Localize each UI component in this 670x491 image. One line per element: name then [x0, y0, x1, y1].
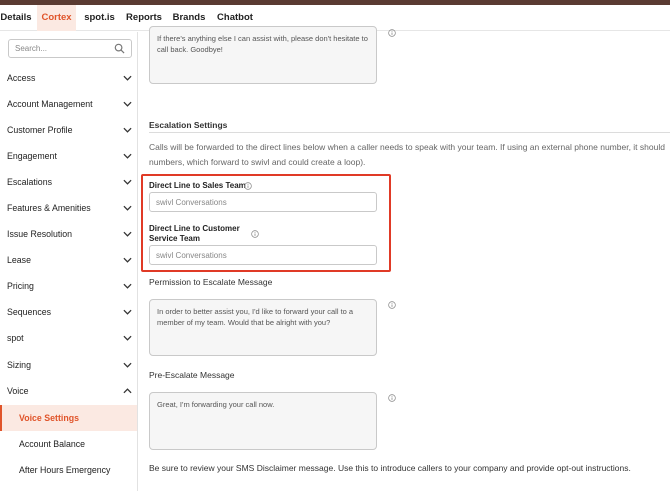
- sms-disclaimer-note: Be sure to review your SMS Disclaimer me…: [149, 463, 631, 473]
- sidebar-item-sizing[interactable]: Sizing: [0, 352, 137, 378]
- sidebar-item-label: Engagement: [7, 151, 57, 161]
- sidebar-item-engagement[interactable]: Engagement: [0, 143, 137, 169]
- sidebar-item-label: Pricing: [7, 281, 34, 291]
- sidebar-item-issue-resolution[interactable]: Issue Resolution: [0, 221, 137, 247]
- chevron-down-icon: [123, 362, 132, 368]
- search-icon[interactable]: [114, 43, 125, 54]
- sidebar-item-label: Lease: [7, 255, 31, 265]
- chevron-down-icon: [123, 153, 132, 159]
- goodbye-message-text: If there's anything else I can assist wi…: [157, 34, 368, 54]
- sidebar-item-label: Account Balance: [19, 439, 86, 449]
- pre-escalate-label: Pre-Escalate Message: [149, 370, 235, 380]
- escalation-settings-title: Escalation Settings: [149, 120, 228, 130]
- pre-escalate-textarea[interactable]: Great, I'm forwarding your call now.: [149, 392, 377, 450]
- info-icon[interactable]: [388, 394, 396, 402]
- sidebar-item-label: Account Management: [7, 99, 93, 109]
- sidebar-item-label: Escalations: [7, 177, 52, 187]
- tab-spot-is[interactable]: spot.is: [82, 5, 117, 31]
- sales-line-label: Direct Line to Sales Team: [149, 181, 246, 190]
- tab-cortex[interactable]: Cortex: [37, 5, 76, 31]
- escalation-help-line2: numbers, which forward to swivl and coul…: [149, 157, 366, 167]
- info-icon[interactable]: [388, 301, 396, 309]
- permission-escalate-textarea[interactable]: In order to better assist you, I'd like …: [149, 299, 377, 356]
- chevron-down-icon: [123, 231, 132, 237]
- sidebar-item-label: Sizing: [7, 360, 31, 370]
- sidebar-item-label: Customer Profile: [7, 125, 73, 135]
- permission-escalate-label: Permission to Escalate Message: [149, 277, 273, 287]
- sidebar-item-features-amenities[interactable]: Features & Amenities: [0, 195, 137, 221]
- chevron-down-icon: [123, 127, 132, 133]
- sidebar-item-label: After Hours Emergency: [19, 465, 111, 475]
- chevron-up-icon: [123, 388, 132, 394]
- customer-service-label-line2: Service Team: [149, 234, 200, 243]
- section-divider: [149, 132, 670, 133]
- sales-line-input[interactable]: [156, 195, 366, 209]
- sidebar-item-access[interactable]: Access: [0, 65, 137, 91]
- sidebar-subitem-voice-settings[interactable]: Voice Settings: [0, 405, 137, 431]
- sidebar-subitem-account-balance[interactable]: Account Balance: [0, 431, 137, 457]
- sidebar-item-account-management[interactable]: Account Management: [0, 91, 137, 117]
- sidebar-item-label: Access: [7, 73, 36, 83]
- sidebar-item-label: Issue Resolution: [7, 229, 73, 239]
- chevron-down-icon: [123, 335, 132, 341]
- sidebar-item-label: Features & Amenities: [7, 203, 91, 213]
- info-icon[interactable]: [244, 182, 252, 190]
- customer-service-line-input[interactable]: [156, 248, 366, 262]
- chevron-down-icon: [123, 309, 132, 315]
- sidebar-item-voice[interactable]: Voice: [0, 378, 137, 404]
- chevron-down-icon: [123, 75, 132, 81]
- sidebar-item-label: Voice Settings: [19, 413, 79, 423]
- sidebar-item-label: Sequences: [7, 307, 52, 317]
- chevron-down-icon: [123, 205, 132, 211]
- sidebar-search: [8, 39, 132, 58]
- tab-details[interactable]: Details: [0, 5, 32, 31]
- customer-service-label-line1: Direct Line to Customer: [149, 224, 240, 233]
- customer-service-line-input-box: [149, 245, 377, 265]
- sidebar-item-spot[interactable]: spot: [0, 325, 137, 351]
- sidebar: Access Account Management Customer Profi…: [0, 32, 138, 491]
- customer-service-line-label: Direct Line to Customer Service Team: [149, 224, 240, 244]
- sidebar-item-escalations[interactable]: Escalations: [0, 169, 137, 195]
- goodbye-message-textarea[interactable]: If there's anything else I can assist wi…: [149, 26, 377, 84]
- chevron-down-icon: [123, 257, 132, 263]
- pre-escalate-text: Great, I'm forwarding your call now.: [157, 400, 275, 409]
- sidebar-item-sequences[interactable]: Sequences: [0, 299, 137, 325]
- info-icon[interactable]: [251, 230, 259, 238]
- escalation-help-line1: Calls will be forwarded to the direct li…: [149, 142, 665, 152]
- sidebar-item-label: Voice: [7, 386, 29, 396]
- chevron-down-icon: [123, 101, 132, 107]
- sidebar-item-customer-profile[interactable]: Customer Profile: [0, 117, 137, 143]
- sidebar-item-lease[interactable]: Lease: [0, 247, 137, 273]
- permission-escalate-text: In order to better assist you, I'd like …: [157, 307, 354, 327]
- info-icon[interactable]: [388, 29, 396, 37]
- search-input[interactable]: [15, 41, 111, 56]
- sales-line-input-box: [149, 192, 377, 212]
- chevron-down-icon: [123, 179, 132, 185]
- sidebar-item-pricing[interactable]: Pricing: [0, 273, 137, 299]
- chevron-down-icon: [123, 283, 132, 289]
- sidebar-item-label: spot: [7, 333, 24, 343]
- main-content: If there's anything else I can assist wi…: [139, 26, 670, 491]
- sidebar-subitem-after-hours-emergency[interactable]: After Hours Emergency: [0, 457, 137, 483]
